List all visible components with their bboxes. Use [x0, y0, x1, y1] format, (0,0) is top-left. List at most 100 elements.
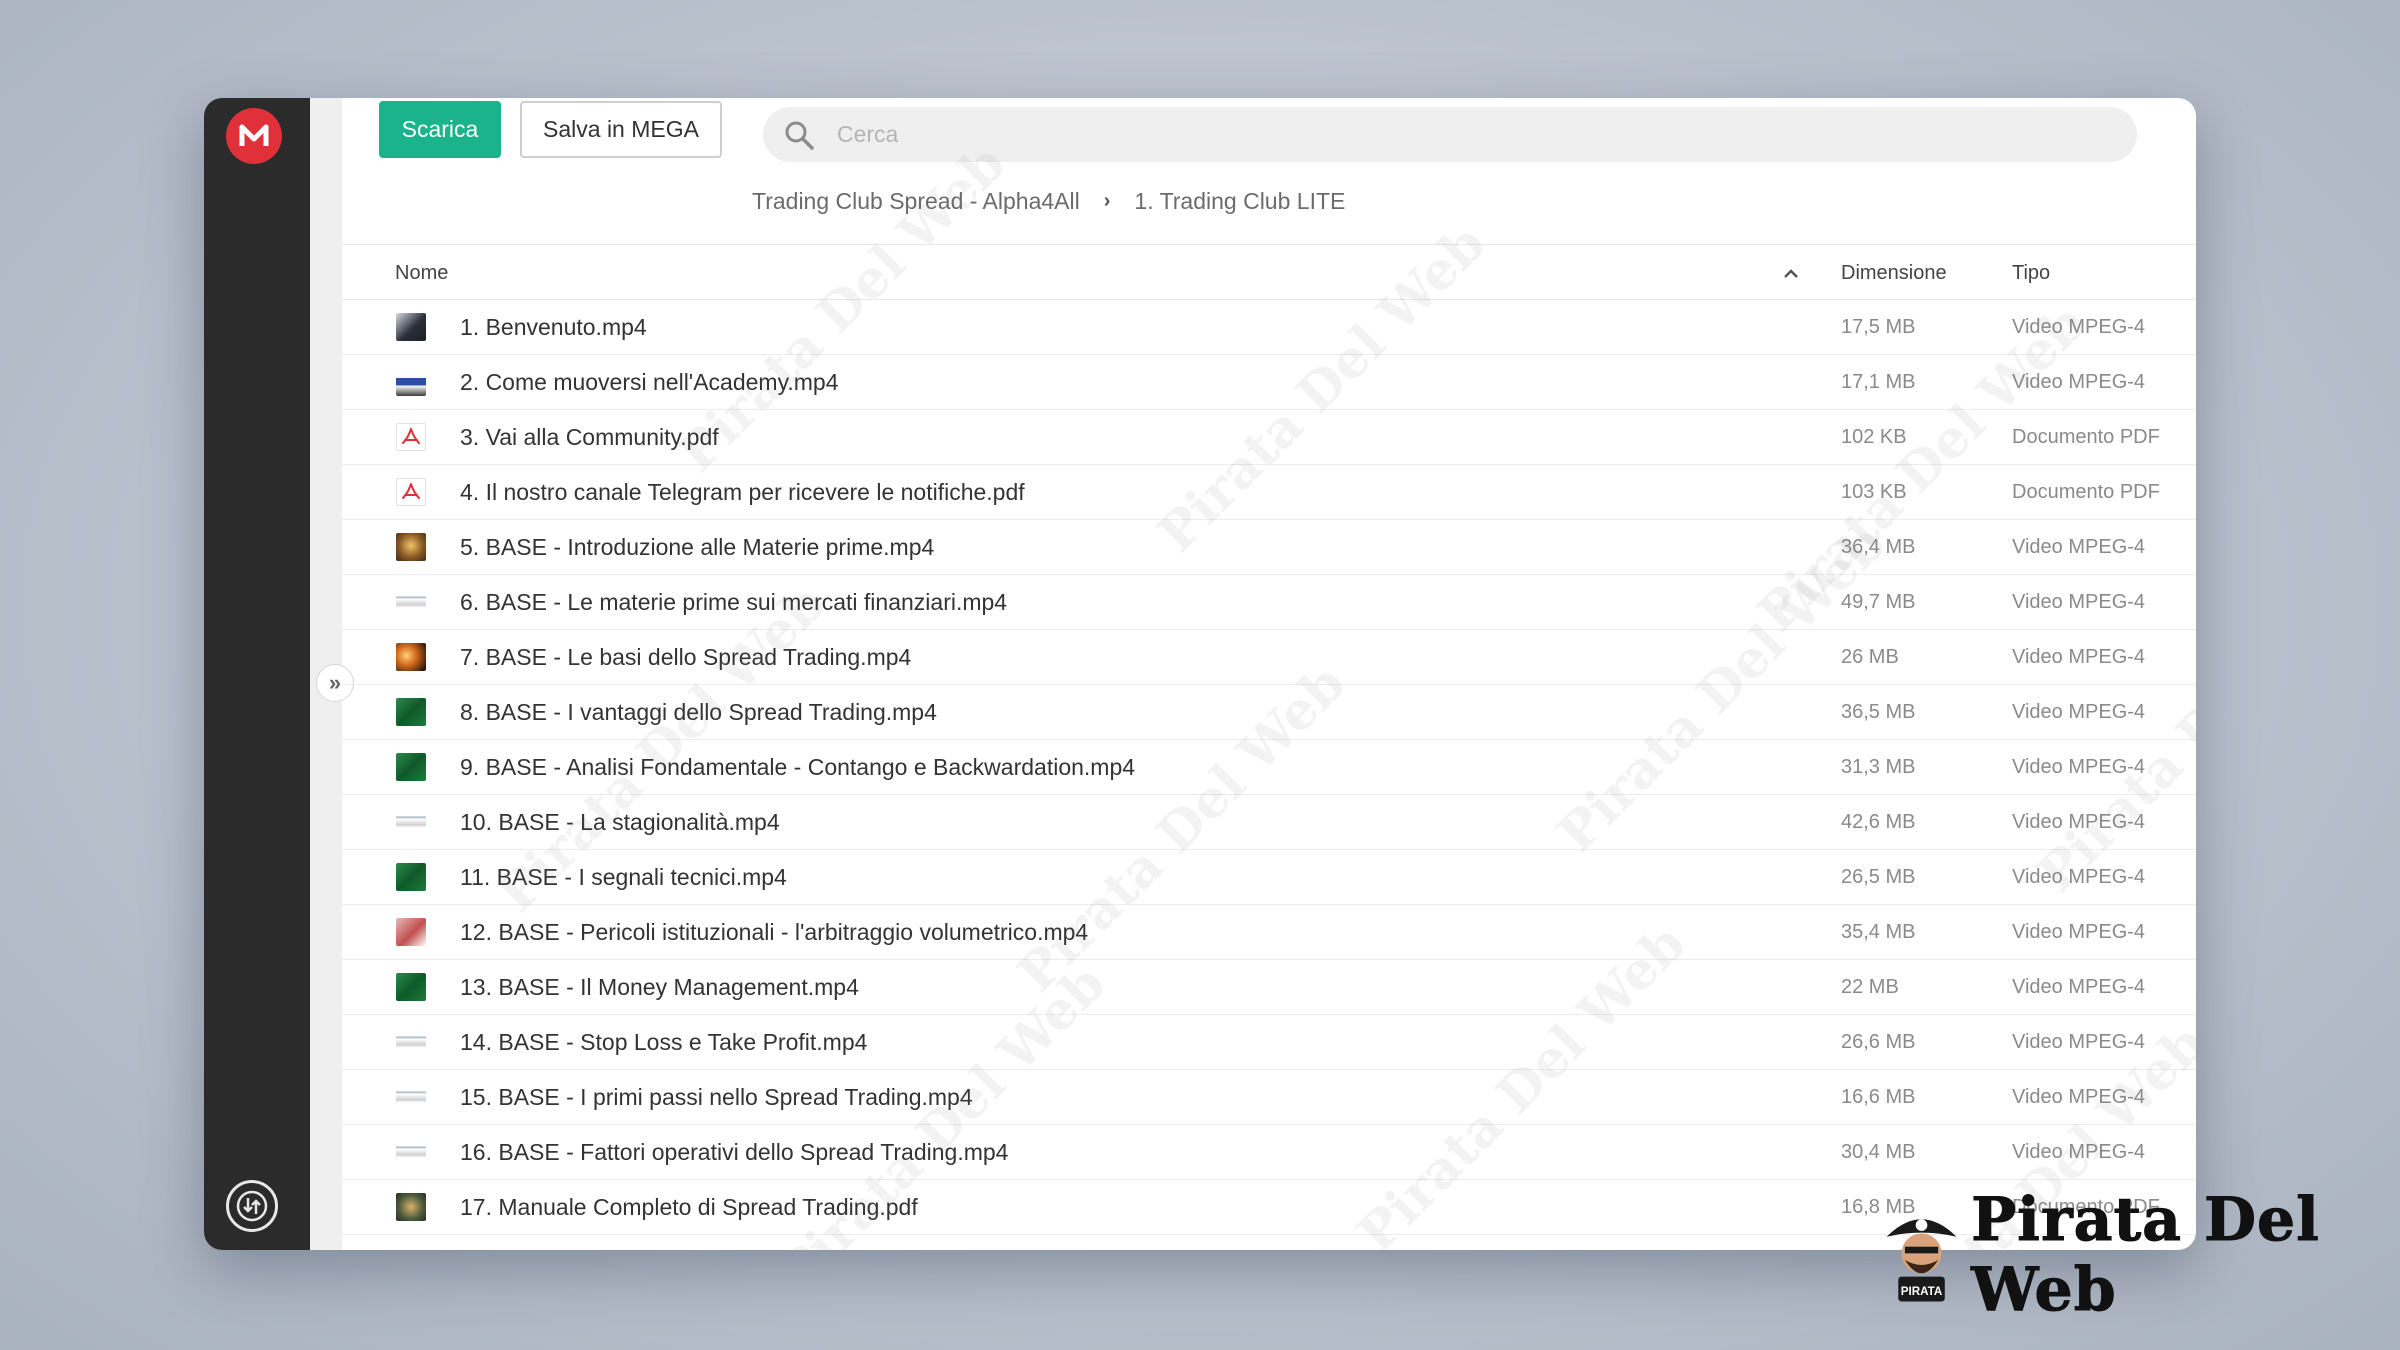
video-thumbnail: [396, 588, 426, 616]
video-thumbnail: [396, 1028, 426, 1056]
file-type: Video MPEG-4: [2012, 701, 2146, 723]
pdf-file-icon: [396, 478, 426, 506]
column-header-size[interactable]: Dimensione: [1841, 262, 1947, 285]
file-name[interactable]: 10. BASE - La stagionalità.mp4: [460, 809, 780, 836]
file-type: Video MPEG-4: [2012, 921, 2146, 943]
video-thumbnail: [396, 1138, 426, 1166]
table-row[interactable]: 12. BASE - Pericoli istituzionali - l'ar…: [342, 905, 2196, 960]
file-size: 49,7 MB: [1841, 591, 1916, 613]
breadcrumb-item-current[interactable]: 1. Trading Club LITE: [1134, 188, 1345, 215]
mega-window: » Scarica Salva in MEGA Trading Club Spr…: [204, 98, 2196, 1250]
file-type: Video MPEG-4: [2012, 976, 2146, 998]
file-name[interactable]: 9. BASE - Analisi Fondamentale - Contang…: [460, 754, 1135, 781]
table-header: Nome Dimensione Tipo: [342, 244, 2196, 300]
table-row[interactable]: 11. BASE - I segnali tecnici.mp4 26,5 MB V…: [342, 850, 2196, 905]
table-row[interactable]: 3. Vai alla Community.pdf 102 KB Documento…: [342, 410, 2196, 465]
file-name[interactable]: 4. Il nostro canale Telegram per ricever…: [460, 479, 1025, 506]
video-thumbnail: [396, 808, 426, 836]
file-type: Video MPEG-4: [2012, 1141, 2146, 1163]
mega-logo-icon[interactable]: [226, 108, 282, 164]
table-row[interactable]: 10. BASE - La stagionalità.mp4 42,6 MB Vid…: [342, 795, 2196, 850]
file-name[interactable]: 3. Vai alla Community.pdf: [460, 424, 719, 451]
file-name[interactable]: 8. BASE - I vantaggi dello Spread Tradin…: [460, 699, 937, 726]
brand-badge: PIRATA: [1901, 1285, 1943, 1298]
table-row[interactable]: 13. BASE - Il Money Management.mp4 22 MB V…: [342, 960, 2196, 1015]
table-row[interactable]: 8. BASE - I vantaggi dello Spread Tradin…: [342, 685, 2196, 740]
table-row[interactable]: 1. Benvenuto.mp4 17,5 MB Video MPEG-4: [342, 300, 2196, 355]
file-type: Video MPEG-4: [2012, 811, 2146, 833]
file-type: Video MPEG-4: [2012, 1086, 2146, 1108]
column-header-name[interactable]: Nome: [395, 262, 448, 285]
file-name[interactable]: 17. Manuale Completo di Spread Trading.p…: [460, 1194, 918, 1221]
table-row[interactable]: 4. Il nostro canale Telegram per ricever…: [342, 465, 2196, 520]
file-size: 102 KB: [1841, 426, 1907, 448]
video-thumbnail: [396, 533, 426, 561]
table-row[interactable]: 15. BASE - I primi passi nello Spread Tr…: [342, 1070, 2196, 1125]
file-size: 36,5 MB: [1841, 701, 1916, 723]
column-header-type[interactable]: Tipo: [2012, 262, 2050, 285]
pdf-file-icon: [396, 423, 426, 451]
search-icon: [783, 117, 819, 153]
file-size: 103 KB: [1841, 481, 1907, 503]
file-type: Video MPEG-4: [2012, 756, 2146, 778]
video-thumbnail: [396, 753, 426, 781]
table-row[interactable]: 6. BASE - Le materie prime sui mercati f…: [342, 575, 2196, 630]
brand-name: Pirata Del Web: [1971, 1185, 2320, 1326]
file-name[interactable]: 2. Come muoversi nell'Academy.mp4: [460, 369, 839, 396]
file-type: Video MPEG-4: [2012, 591, 2146, 613]
sidebar: [204, 98, 310, 1250]
file-size: 35,4 MB: [1841, 921, 1916, 943]
file-name[interactable]: 11. BASE - I segnali tecnici.mp4: [460, 864, 787, 891]
file-size: 42,6 MB: [1841, 811, 1916, 833]
pirate-logo-icon: PIRATA: [1886, 1219, 1957, 1302]
table-row[interactable]: 14. BASE - Stop Loss e Take Profit.mp4 26…: [342, 1015, 2196, 1070]
file-size: 31,3 MB: [1841, 756, 1916, 778]
video-thumbnail: [396, 313, 426, 341]
file-name[interactable]: 12. BASE - Pericoli istituzionali - l'ar…: [460, 919, 1088, 946]
file-size: 26 MB: [1841, 646, 1899, 668]
table-body: 1. Benvenuto.mp4 17,5 MB Video MPEG-4 2. Co…: [342, 300, 2196, 1235]
file-type: Documento PDF: [2012, 426, 2160, 448]
table-row[interactable]: 5. BASE - Introduzione alle Materie prim…: [342, 520, 2196, 575]
sort-ascending-icon[interactable]: [1783, 263, 1799, 286]
file-name[interactable]: 5. BASE - Introduzione alle Materie prim…: [460, 534, 934, 561]
file-name[interactable]: 6. BASE - Le materie prime sui mercati f…: [460, 589, 1007, 616]
file-name[interactable]: 15. BASE - I primi passi nello Spread Tr…: [460, 1084, 973, 1111]
file-type: Video MPEG-4: [2012, 866, 2146, 888]
file-type: Video MPEG-4: [2012, 646, 2146, 668]
table-row[interactable]: 7. BASE - Le basi dello Spread Trading.m…: [342, 630, 2196, 685]
file-name[interactable]: 14. BASE - Stop Loss e Take Profit.mp4: [460, 1029, 867, 1056]
table-row[interactable]: 16. BASE - Fattori operativi dello Sprea…: [342, 1125, 2196, 1180]
breadcrumb: Trading Club Spread - Alpha4All › 1. Tra…: [752, 186, 1345, 216]
file-name[interactable]: 7. BASE - Le basi dello Spread Trading.m…: [460, 644, 911, 671]
file-size: 26,6 MB: [1841, 1031, 1916, 1053]
search-input[interactable]: [835, 120, 2039, 149]
save-to-mega-button[interactable]: Salva in MEGA: [520, 101, 722, 158]
brand-watermark: PIRATA Pirata Del Web: [1880, 1185, 2400, 1326]
video-thumbnail: [396, 1083, 426, 1111]
double-chevron-right-icon: »: [328, 670, 342, 695]
file-size: 30,4 MB: [1841, 1141, 1916, 1163]
table-row[interactable]: 2. Come muoversi nell'Academy.mp4 17,1 MB…: [342, 355, 2196, 410]
search-bar[interactable]: [763, 107, 2137, 162]
file-size: 36,4 MB: [1841, 536, 1916, 558]
file-table: Nome Dimensione Tipo 1. Benvenuto.mp4 17,…: [342, 244, 2196, 1235]
table-row[interactable]: 9. BASE - Analisi Fondamentale - Contang…: [342, 740, 2196, 795]
video-thumbnail: [396, 973, 426, 1001]
video-thumbnail: [396, 863, 426, 891]
file-type: Video MPEG-4: [2012, 371, 2146, 393]
file-size: 16,6 MB: [1841, 1086, 1916, 1108]
file-name[interactable]: 1. Benvenuto.mp4: [460, 314, 647, 341]
file-type: Video MPEG-4: [2012, 536, 2146, 558]
file-name[interactable]: 16. BASE - Fattori operativi dello Sprea…: [460, 1139, 1008, 1166]
breadcrumb-item-root[interactable]: Trading Club Spread - Alpha4All: [752, 188, 1080, 215]
file-type: Video MPEG-4: [2012, 316, 2146, 338]
chevron-right-icon: ›: [1103, 189, 1111, 212]
file-type: Video MPEG-4: [2012, 1031, 2146, 1053]
download-button[interactable]: Scarica: [379, 101, 501, 158]
file-name[interactable]: 13. BASE - Il Money Management.mp4: [460, 974, 859, 1001]
video-thumbnail: [396, 698, 426, 726]
transfers-icon[interactable]: [226, 1180, 278, 1232]
video-thumbnail: [396, 368, 426, 396]
file-size: 17,5 MB: [1841, 316, 1916, 338]
